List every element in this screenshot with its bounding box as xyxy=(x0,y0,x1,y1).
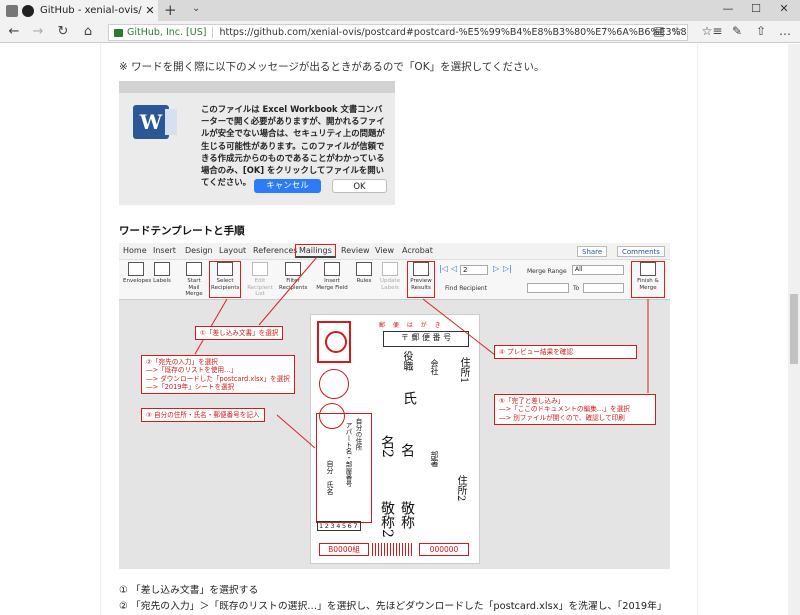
refresh-icon[interactable]: ↻ xyxy=(55,24,71,40)
home-icon[interactable]: ⌂ xyxy=(80,24,96,40)
list-item: ① 「差し込み文書」を選択する xyxy=(119,585,259,596)
new-tab-button[interactable]: + xyxy=(164,1,177,19)
minimize-button[interactable]: — xyxy=(718,2,738,15)
tab-title: GitHub - xenial-ovis/po xyxy=(40,5,142,16)
url-field[interactable]: GitHub, Inc. [US] https://github.com/xen… xyxy=(108,24,688,41)
share-icon[interactable]: ⇧ xyxy=(752,24,770,38)
favorites-list-icon[interactable]: ☆≡ xyxy=(700,24,724,38)
dialog-message: このファイルは Excel Workbook 文書コンバーターで開く必要がありま… xyxy=(201,104,385,188)
security-dialog-image: W このファイルは Excel Workbook 文書コンバーターで開く必要があ… xyxy=(119,81,395,205)
tab-strip: GitHub - xenial-ovis/po ✕ + ⌄ — ☐ ✕ xyxy=(0,0,800,21)
close-tab-icon[interactable]: ✕ xyxy=(142,4,158,17)
back-icon[interactable]: ← xyxy=(6,24,22,40)
dialog-cancel-button: キャンセル xyxy=(254,179,321,193)
section-heading: ワードテンプレートと手順 xyxy=(119,225,245,237)
github-icon xyxy=(22,4,34,17)
more-icon[interactable]: … xyxy=(776,24,794,38)
list-item: ② 「宛先の入力」＞「既存のリストの選択…」を選択し、先ほどダウンロードした「p… xyxy=(119,601,667,612)
open-warning-note: ※ ワードを開く際に以下のメッセージが出るときがあるので「OK」を選択してくださ… xyxy=(119,61,545,73)
word-mailings-screenshot: Home Insert Design Layout References Mai… xyxy=(119,243,670,569)
callout-step5: ⑤「完了と差し込み」 ―>「ここのドキュメントの編集…」を選択 ―> 別ファイル… xyxy=(494,394,656,425)
callout-step2: ②「宛先の入力」を選択 ―>「既存のリストを使用…」 ―> ダウンロードした「p… xyxy=(141,355,295,395)
reading-view-icon[interactable]: ▤ xyxy=(650,24,668,38)
word-app-icon: W xyxy=(133,105,177,139)
favorite-star-icon[interactable]: ☆ xyxy=(668,24,686,38)
maximize-button[interactable]: ☐ xyxy=(746,2,766,15)
browser-tab[interactable]: GitHub - xenial-ovis/po ✕ xyxy=(0,0,158,21)
notes-pen-icon[interactable]: ✎ xyxy=(728,24,746,38)
url-divider xyxy=(212,27,214,38)
dialog-titlebar xyxy=(119,81,395,93)
vertical-scrollbar[interactable] xyxy=(788,44,800,615)
certificate-name: GitHub, Inc. [US] xyxy=(127,27,207,38)
callout-step4: ④ プレビュー結果を確認 xyxy=(494,345,637,360)
forward-icon[interactable]: → xyxy=(30,24,46,40)
callout-step3: ③ 自分の住所・氏名・郵便番号を記入 xyxy=(141,408,265,423)
steps-list: ① 「差し込み文書」を選択する ② 「宛先の入力」＞「既存のリストの選択…」を選… xyxy=(119,583,667,615)
dialog-ok-button: OK xyxy=(332,179,387,193)
lock-icon xyxy=(114,28,123,37)
address-bar-row: ← → ↻ ⌂ GitHub, Inc. [US] https://github… xyxy=(0,21,800,43)
scrollbar-thumb[interactable] xyxy=(790,294,798,364)
tab-actions-icon[interactable] xyxy=(6,4,18,17)
callout-step1: ①「差し込み文書」を選択 xyxy=(195,326,284,341)
tab-dropdown-icon[interactable]: ⌄ xyxy=(192,3,200,14)
url-text: https://github.com/xenial-ovis/postcard#… xyxy=(219,27,687,38)
close-window-button[interactable]: ✕ xyxy=(774,2,794,15)
